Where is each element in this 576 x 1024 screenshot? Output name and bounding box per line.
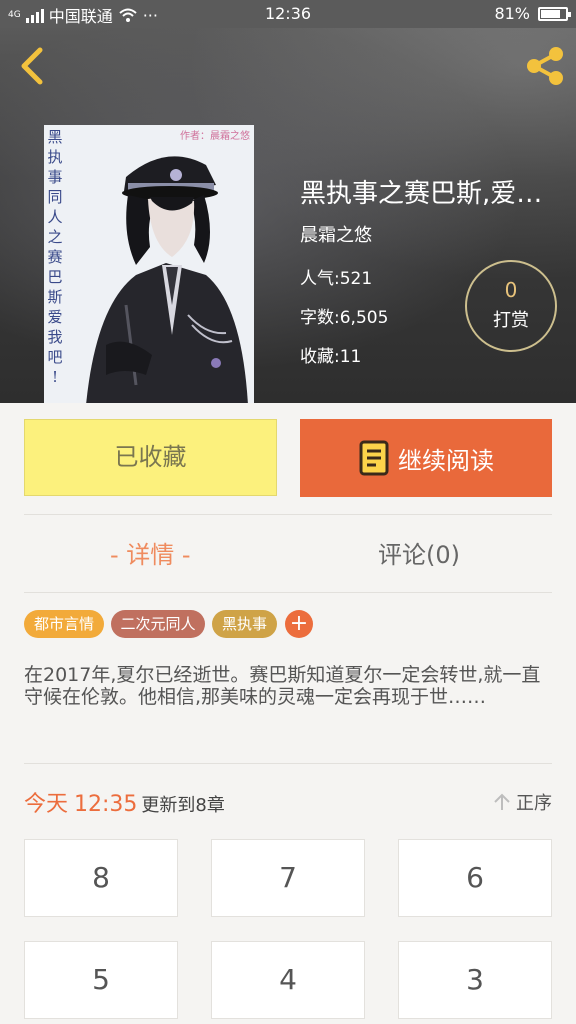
cover-title-char: 事 <box>47 168 63 186</box>
cover-title-char: 吧 <box>47 348 63 366</box>
cover-illustration <box>86 156 248 403</box>
divider <box>24 763 552 764</box>
status-bar: 4G 中国联通 ··· 12:36 81% <box>0 0 576 28</box>
reward-label: 打赏 <box>493 310 529 331</box>
share-button[interactable] <box>522 44 568 88</box>
update-day: 今天 <box>24 792 69 817</box>
cover-title-char: 黑 <box>47 128 63 146</box>
book-cover[interactable]: 黑执事同人之赛巴斯爱我吧! 作者：晨霜之悠 <box>44 125 254 403</box>
continue-reading-button[interactable]: 继续阅读 <box>300 419 552 497</box>
chapter-button[interactable]: 6 <box>398 839 552 917</box>
cover-title-char: 同 <box>47 188 63 206</box>
cover-title-char: ! <box>51 368 59 386</box>
update-info: 今天 12:35 更新到8章 <box>24 786 225 818</box>
cover-title-char: 赛 <box>47 248 63 266</box>
chapter-button[interactable]: 3 <box>398 941 552 1019</box>
status-time: 12:36 <box>264 4 312 23</box>
favorites-stat: 收藏:11 <box>300 347 362 367</box>
tag-fan-fiction[interactable]: 二次元同人 <box>111 610 205 638</box>
cover-vertical-title: 黑执事同人之赛巴斯爱我吧! <box>46 127 64 387</box>
tab-detail[interactable]: - 详情 - <box>110 535 191 570</box>
cover-title-char: 人 <box>47 208 63 226</box>
continue-reading-label: 继续阅读 <box>398 446 494 475</box>
share-icon <box>527 47 563 85</box>
tab-comments[interactable]: 评论(0) <box>378 535 460 570</box>
chapter-button[interactable]: 5 <box>24 941 178 1019</box>
tag-urban-romance[interactable]: 都市言情 <box>24 610 104 638</box>
reward-count: 0 <box>504 278 518 302</box>
chapter-button[interactable]: 8 <box>24 839 178 917</box>
reward-button[interactable]: 0 打赏 <box>465 260 557 352</box>
sort-label: 正序 <box>516 793 552 814</box>
battery-fill <box>541 9 561 18</box>
back-button[interactable] <box>14 44 50 88</box>
update-text: 更新到8章 <box>141 795 225 816</box>
chevron-left-icon <box>21 47 43 85</box>
book-author[interactable]: 晨霜之悠 <box>300 221 372 247</box>
cover-title-char: 巴 <box>47 268 63 286</box>
cover-title-char: 爱 <box>47 308 63 326</box>
battery-icon <box>538 6 571 21</box>
divider <box>24 514 552 515</box>
popularity-stat: 人气:521 <box>300 269 373 289</box>
book-header: 黑执事同人之赛巴斯爱我吧! 作者：晨霜之悠 黑执事之赛巴斯,爱… 晨霜之悠 人气… <box>0 28 576 403</box>
cover-title-char: 之 <box>47 228 63 246</box>
cover-title-char: 斯 <box>47 288 63 306</box>
update-time: 12:35 <box>74 792 138 817</box>
book-title: 黑执事之赛巴斯,爱… <box>300 179 543 209</box>
sort-button[interactable]: 正序 <box>492 789 552 815</box>
chapter-button[interactable]: 7 <box>211 839 365 917</box>
arrow-up-icon <box>494 793 510 810</box>
book-description: 在2017年,夏尔已经逝世。赛巴斯知道夏尔一定会转世,就一直守候在伦敦。他相信,… <box>24 664 541 708</box>
add-tag-button[interactable]: + <box>285 610 313 638</box>
cover-title-char: 我 <box>47 328 63 346</box>
collected-button[interactable]: 已收藏 <box>24 419 277 496</box>
word-count-stat: 字数:6,505 <box>300 308 389 328</box>
divider <box>24 592 552 593</box>
tag-black-butler[interactable]: 黑执事 <box>212 610 277 638</box>
status-right: 81% <box>494 4 571 23</box>
battery-percent: 81% <box>494 4 530 23</box>
book-icon <box>359 440 389 476</box>
chapter-button[interactable]: 4 <box>211 941 365 1019</box>
cover-title-char: 执 <box>47 148 63 166</box>
